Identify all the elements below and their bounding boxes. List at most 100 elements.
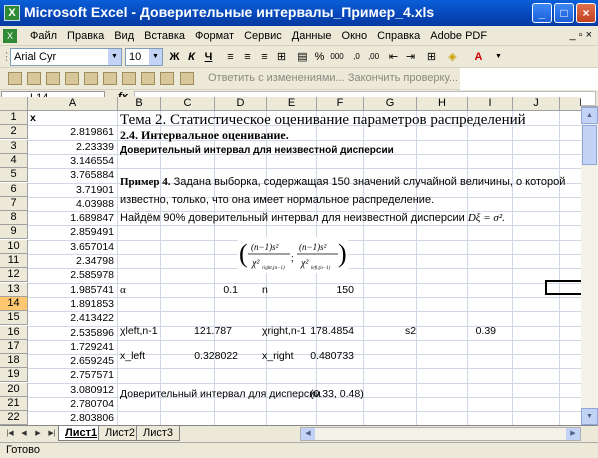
column-header[interactable]: K xyxy=(560,97,581,111)
chevron-down-icon[interactable]: ▼ xyxy=(149,49,162,65)
column-a-cell[interactable]: 1.891853 xyxy=(30,297,114,311)
column-a-cell[interactable]: 2.819861 xyxy=(30,125,114,139)
last-sheet-icon[interactable]: ▶| xyxy=(46,428,58,440)
example-line-2[interactable]: известно, только, что она имеет нормальн… xyxy=(120,193,434,207)
scroll-left-icon[interactable]: ◀ xyxy=(301,428,315,440)
row-header[interactable]: 11 xyxy=(0,254,28,268)
align-center-icon[interactable]: ≡ xyxy=(239,49,256,65)
menu-item[interactable]: Вставка xyxy=(139,26,190,46)
close-document-icon[interactable]: _ ▫ × xyxy=(569,29,592,41)
excel-app-icon[interactable]: X xyxy=(4,5,20,21)
currency-icon[interactable]: ▤ xyxy=(294,49,311,65)
column-a-cell[interactable]: 2.413422 xyxy=(30,311,114,325)
font-size-combo[interactable]: 10 ▼ xyxy=(125,48,163,66)
align-right-icon[interactable]: ≡ xyxy=(256,49,273,65)
fill-color-icon[interactable]: ◈ xyxy=(444,49,461,65)
column-a-cell[interactable]: 3.080912 xyxy=(30,383,114,397)
column-a-cell[interactable]: x xyxy=(30,111,114,125)
maximize-button[interactable]: □ xyxy=(554,3,574,23)
section-subheading[interactable]: 2.4. Интервальное оценивание. xyxy=(120,128,289,142)
scroll-right-icon[interactable]: ▶ xyxy=(566,428,580,440)
underline-icon[interactable]: Ч xyxy=(200,49,217,65)
horizontal-scrollbar[interactable]: ◀ ▶ xyxy=(300,427,581,441)
next-sheet-icon[interactable]: ▶ xyxy=(32,428,44,440)
column-header[interactable]: I xyxy=(468,97,513,111)
row-header[interactable]: 4 xyxy=(0,153,28,168)
x-right-value[interactable]: 0.480733 xyxy=(300,349,354,363)
font-name-combo[interactable]: Arial Cyr ▼ xyxy=(10,48,122,66)
row-header[interactable]: 12 xyxy=(0,268,28,283)
column-header[interactable]: J xyxy=(513,97,560,111)
row-header[interactable]: 2 xyxy=(0,125,28,140)
section-subtitle[interactable]: Доверительный интервал для неизвестной д… xyxy=(120,144,394,158)
column-header[interactable]: D xyxy=(215,97,267,111)
row-header[interactable]: 5 xyxy=(0,168,28,183)
sheet-tab[interactable]: Лист3 xyxy=(136,426,181,441)
font-color-icon[interactable]: A xyxy=(470,49,487,65)
align-left-icon[interactable]: ≡ xyxy=(222,49,239,65)
row-header[interactable]: 15 xyxy=(0,311,28,326)
decrease-indent-icon[interactable]: ⇤ xyxy=(385,49,402,65)
row-header[interactable]: 1 xyxy=(0,111,28,125)
row-header[interactable]: 19 xyxy=(0,368,28,383)
confidence-interval-formula-image[interactable]: ( (n−1)s² χ² right,(n−1) ; (n−1)s² χ² le… xyxy=(238,237,348,273)
vertical-scrollbar[interactable]: ▲ ▼ xyxy=(581,107,598,425)
x-right-label[interactable]: x_right xyxy=(262,349,294,363)
row-header[interactable]: 21 xyxy=(0,397,28,411)
thousands-icon[interactable]: 000 xyxy=(327,49,347,65)
column-a-cell[interactable]: 3.146554 xyxy=(30,154,114,168)
new-comment-icon[interactable] xyxy=(8,72,22,85)
page-heading[interactable]: Тема 2. Статистическое оценивание параме… xyxy=(120,111,526,129)
comment-icon[interactable] xyxy=(103,72,117,85)
column-header[interactable]: H xyxy=(417,97,468,111)
column-a-cell[interactable]: 2.659245 xyxy=(30,354,114,368)
row-header[interactable]: 8 xyxy=(0,211,28,226)
minimize-button[interactable]: _ xyxy=(532,3,552,23)
menu-item[interactable]: Правка xyxy=(62,26,109,46)
menu-item[interactable]: Adobe PDF xyxy=(425,26,492,46)
column-a-cell[interactable]: 2.34798 xyxy=(30,254,114,268)
increase-indent-icon[interactable]: ⇥ xyxy=(402,49,419,65)
column-header[interactable]: C xyxy=(161,97,215,111)
column-header[interactable]: A xyxy=(28,97,118,111)
example-line-3[interactable]: Найдём 90% доверительный интервал для не… xyxy=(120,211,505,225)
row-header[interactable]: 3 xyxy=(0,139,28,154)
x-left-value[interactable]: 0.328022 xyxy=(178,349,238,363)
scroll-down-icon[interactable]: ▼ xyxy=(581,408,598,425)
comment-icon[interactable] xyxy=(160,72,174,85)
row-header[interactable]: 16 xyxy=(0,325,28,340)
column-a-cell[interactable]: 2.803806 xyxy=(30,411,114,425)
menu-item[interactable]: Данные xyxy=(287,26,337,46)
select-all-button[interactable] xyxy=(0,97,28,111)
menu-item[interactable]: Сервис xyxy=(239,26,287,46)
comment-icon[interactable] xyxy=(180,72,194,85)
column-a-cell[interactable]: 1.985741 xyxy=(30,283,114,297)
comment-icon[interactable] xyxy=(84,72,98,85)
column-a-cell[interactable]: 2.23339 xyxy=(30,140,114,154)
menu-item[interactable]: Формат xyxy=(190,26,239,46)
column-a-cell[interactable]: 2.757571 xyxy=(30,368,114,382)
chi-left-value[interactable]: 121.787 xyxy=(178,324,232,338)
comment-icon[interactable] xyxy=(65,72,79,85)
comment-icon[interactable] xyxy=(46,72,60,85)
close-button[interactable]: × xyxy=(576,3,596,23)
column-header[interactable]: G xyxy=(364,97,417,111)
italic-icon[interactable]: К xyxy=(183,49,200,65)
decrease-decimal-icon[interactable]: ,00 xyxy=(365,49,382,65)
row-header[interactable]: 7 xyxy=(0,196,28,211)
column-a-cell[interactable]: 2.859491 xyxy=(30,225,114,239)
active-cell-l14[interactable] xyxy=(545,280,581,295)
column-a-cell[interactable]: 2.585978 xyxy=(30,268,114,282)
menu-item[interactable]: Справка xyxy=(372,26,425,46)
example-line-1[interactable]: Пример 4. Задана выборка, содержащая 150… xyxy=(120,175,565,189)
column-a-cell[interactable]: 3.657014 xyxy=(30,240,114,254)
alpha-label[interactable]: α xyxy=(120,283,126,297)
comment-icon[interactable] xyxy=(122,72,136,85)
n-value[interactable]: 150 xyxy=(300,283,354,297)
scroll-up-icon[interactable]: ▲ xyxy=(581,107,598,124)
merge-center-icon[interactable]: ⊞ xyxy=(273,49,290,65)
x-left-label[interactable]: x_left xyxy=(120,349,145,363)
first-sheet-icon[interactable]: |◀ xyxy=(4,428,16,440)
ci-label[interactable]: Доверительный интервал для дисперсии xyxy=(120,387,321,401)
chi-left-label[interactable]: χleft,n-1 xyxy=(120,324,158,338)
